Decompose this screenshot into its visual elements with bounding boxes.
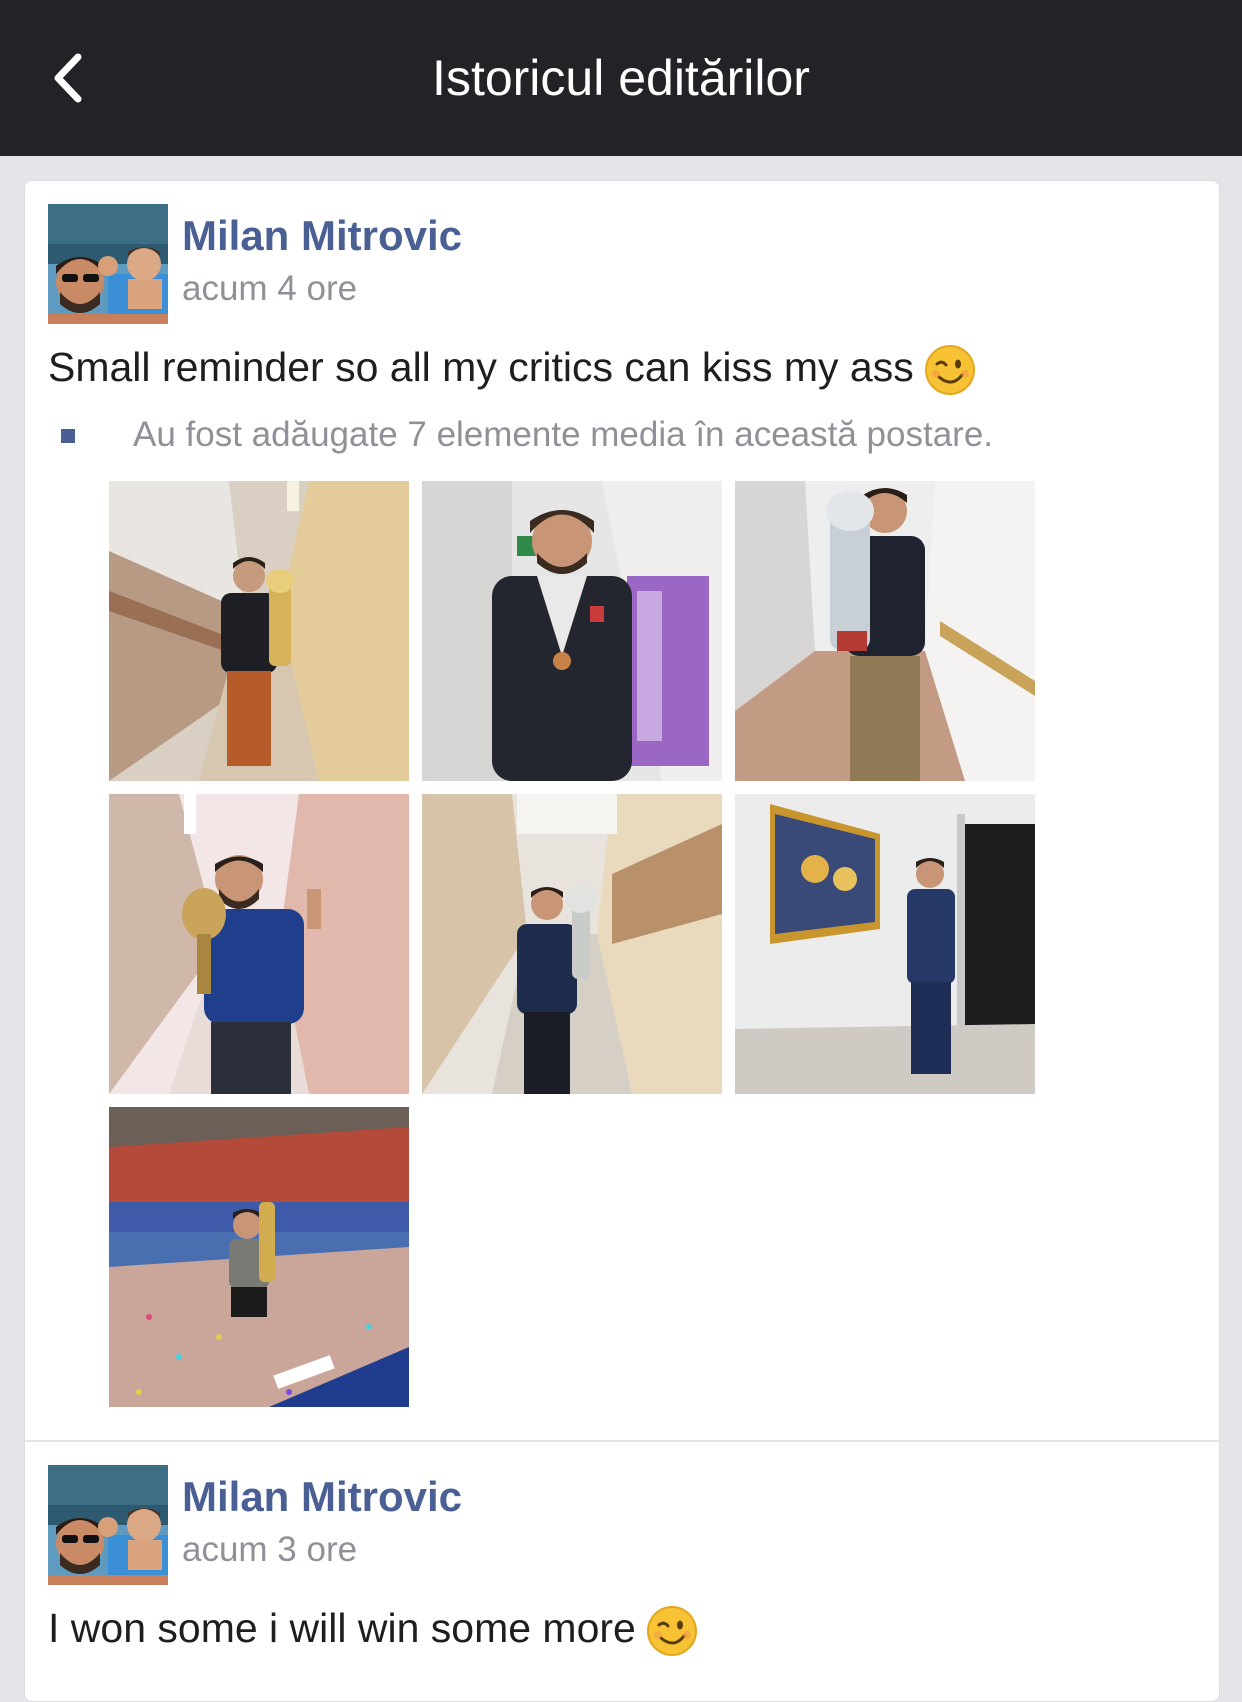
winking-face-emoji-icon <box>924 344 976 396</box>
media-photo-4[interactable] <box>109 794 409 1094</box>
media-grid <box>109 481 1035 1407</box>
avatar[interactable] <box>48 204 168 324</box>
author-name[interactable]: Milan Mitrovic <box>182 211 462 261</box>
top-bar: Istoricul editărilor <box>0 0 1242 156</box>
post-text: Small reminder so all my critics can kis… <box>48 341 976 396</box>
author-name[interactable]: Milan Mitrovic <box>182 1472 462 1522</box>
edit-entry: Milan Mitrovic acum 3 ore I won some i w… <box>25 1442 1219 1702</box>
media-added-text: Au fost adăugate 7 elemente media în ace… <box>133 415 994 454</box>
timestamp: acum 3 ore <box>182 1530 358 1569</box>
edit-history-card: Milan Mitrovic acum 4 ore Small reminder… <box>24 180 1220 1702</box>
media-photo-2[interactable] <box>422 481 722 781</box>
media-photo-1[interactable] <box>109 481 409 781</box>
post-text-content: Small reminder so all my critics can kis… <box>48 344 914 390</box>
page-title: Istoricul editărilor <box>432 50 810 106</box>
media-photo-7[interactable] <box>109 1107 409 1407</box>
post-text-content: I won some i will win some more <box>48 1605 636 1651</box>
post-text: I won some i will win some more <box>48 1602 698 1657</box>
avatar[interactable] <box>48 1465 168 1585</box>
winking-face-emoji-icon <box>646 1605 698 1657</box>
bullet-square-icon <box>61 429 75 443</box>
timestamp: acum 4 ore <box>182 269 358 308</box>
media-photo-5[interactable] <box>422 794 722 1094</box>
media-photo-6[interactable] <box>735 794 1035 1094</box>
media-photo-3[interactable] <box>735 481 1035 781</box>
edit-entry: Milan Mitrovic acum 4 ore Small reminder… <box>25 181 1219 1441</box>
